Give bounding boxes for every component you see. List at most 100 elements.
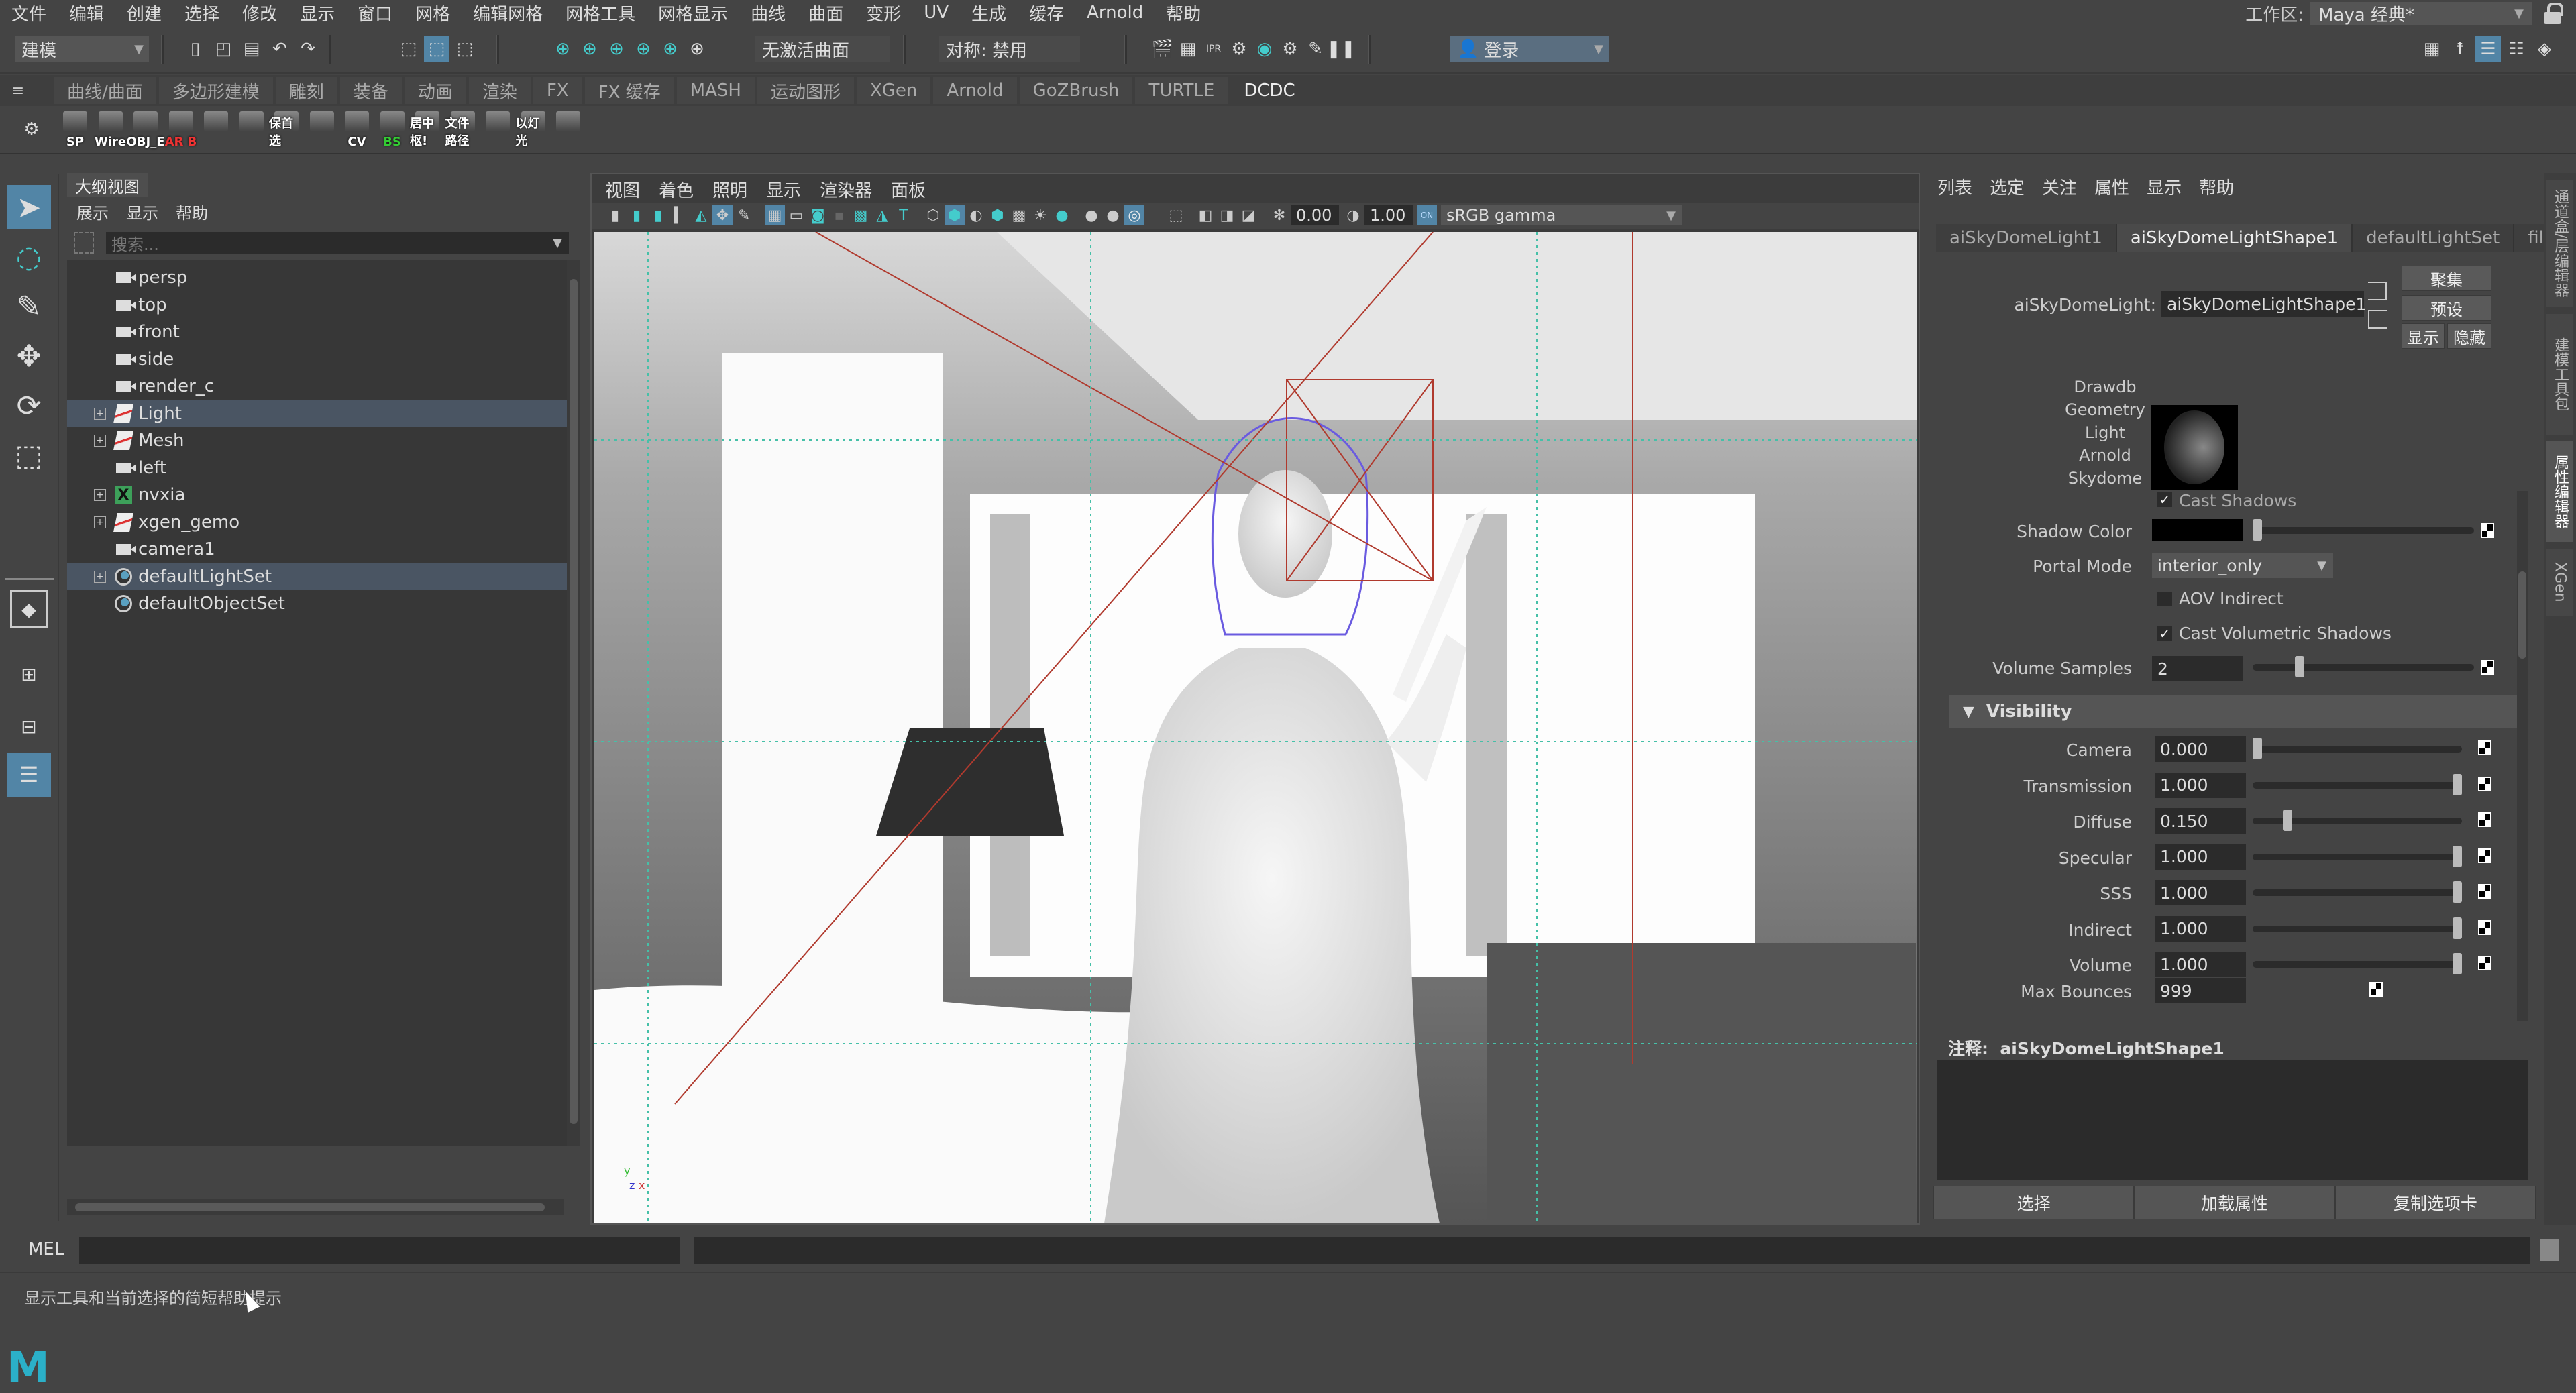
- ipr-render-icon[interactable]: IPR: [1201, 36, 1226, 62]
- shelf-button[interactable]: [480, 111, 515, 149]
- shelf-button[interactable]: 文件路径: [445, 111, 480, 149]
- select-tool-icon[interactable]: ➤: [7, 185, 51, 229]
- redo-icon[interactable]: ↷: [295, 36, 321, 62]
- outliner-vertical-scrollbar[interactable]: [567, 260, 580, 1146]
- shelf-button[interactable]: 居中枢!: [410, 111, 445, 149]
- show-button[interactable]: 显示: [2402, 323, 2445, 349]
- view-transform-dropdown[interactable]: sRGB gamma ▼: [1441, 205, 1682, 225]
- shelf-settings-icon[interactable]: ⚙: [19, 117, 44, 142]
- pause-render-icon[interactable]: ❚❚: [1326, 36, 1356, 62]
- snap-point-icon[interactable]: ⊕: [604, 36, 629, 62]
- shelf-tab[interactable]: Arnold: [933, 77, 1017, 104]
- aov-indirect-checkbox[interactable]: [2157, 592, 2172, 606]
- menu-item[interactable]: 网格工具: [554, 1, 647, 25]
- slider-knob[interactable]: [2453, 953, 2462, 974]
- map-texture-button[interactable]: [2478, 812, 2491, 827]
- rotate-tool-icon[interactable]: ⟳: [7, 384, 51, 428]
- smooth-shade-icon[interactable]: ⬢: [945, 205, 965, 225]
- menu-item[interactable]: 曲线: [739, 1, 797, 25]
- shadows-icon[interactable]: ●: [1052, 205, 1072, 225]
- visibility-section-header[interactable]: ▼ Visibility: [1949, 695, 2524, 728]
- menu-item[interactable]: 生成: [960, 1, 1018, 25]
- visibility-diffuse-slider[interactable]: [2253, 810, 2462, 831]
- image-plane-icon[interactable]: ◭: [691, 205, 711, 225]
- move-tool-icon[interactable]: ✥: [7, 334, 51, 378]
- shelf-tab[interactable]: 装备: [339, 77, 402, 104]
- visibility-specular-slider[interactable]: [2253, 845, 2462, 867]
- exposure-field[interactable]: 0.00: [1291, 205, 1339, 225]
- shelf-button[interactable]: OBJ_E: [127, 111, 165, 149]
- attribute-scrollbar[interactable]: [2517, 491, 2528, 1021]
- hide-button[interactable]: 隐藏: [2447, 323, 2491, 349]
- resolution-gate-icon[interactable]: ◙: [808, 205, 828, 225]
- viewport-menu-item[interactable]: 照明: [712, 177, 747, 202]
- expand-icon[interactable]: +: [94, 489, 106, 501]
- wireframe-on-shaded-icon[interactable]: ◐: [966, 205, 986, 225]
- render-sequence-icon[interactable]: ▦: [1175, 36, 1201, 62]
- shelf-tab[interactable]: FX: [533, 77, 582, 104]
- paint-select-tool-icon[interactable]: ✎: [7, 284, 51, 329]
- volume-samples-slider[interactable]: [2253, 656, 2474, 677]
- ae-menu-item[interactable]: 列表: [1937, 174, 1972, 199]
- new-scene-icon[interactable]: ▯: [182, 36, 208, 62]
- ae-menu-item[interactable]: 选定: [1990, 174, 2025, 199]
- render-settings-icon[interactable]: ⚙: [1226, 36, 1252, 62]
- hypershade-icon[interactable]: ◉: [1252, 36, 1277, 62]
- shelf-tab[interactable]: DCDC: [1230, 77, 1309, 104]
- snap-pivot-icon[interactable]: ⊕: [684, 36, 710, 62]
- shelf-tab[interactable]: 多边形建模: [158, 77, 273, 104]
- modeling-toolkit-icon[interactable]: ▦: [2419, 36, 2445, 62]
- attribute-editor-toggle-icon[interactable]: ☰: [2475, 36, 2501, 62]
- shelf-button[interactable]: [234, 111, 269, 149]
- shelf-button[interactable]: AR B: [164, 111, 199, 149]
- gamma-icon[interactable]: ◑: [1343, 205, 1363, 225]
- map-texture-button[interactable]: [2478, 848, 2491, 863]
- expand-icon[interactable]: +: [94, 407, 106, 420]
- ae-menu-item[interactable]: 显示: [2147, 174, 2182, 199]
- menu-item[interactable]: 网格: [404, 1, 462, 25]
- login-dropdown[interactable]: 👤 登录 ▼: [1450, 36, 1609, 62]
- gate-mask-icon[interactable]: ▪: [829, 205, 849, 225]
- scroll-thumb[interactable]: [570, 279, 578, 1124]
- outliner-horizontal-scrollbar[interactable]: [67, 1199, 564, 1215]
- menu-item[interactable]: 网格显示: [647, 1, 739, 25]
- lock-icon[interactable]: [2542, 3, 2563, 24]
- focus-output-icon[interactable]: [2368, 310, 2387, 329]
- cast-shadows-checkbox[interactable]: ✓: [2157, 492, 2172, 507]
- menu-item[interactable]: 选择: [173, 1, 231, 25]
- outliner-item[interactable]: front: [67, 319, 567, 345]
- script-editor-icon[interactable]: [2540, 1239, 2559, 1261]
- render-setup-icon[interactable]: ⚙: [1277, 36, 1303, 62]
- map-texture-button[interactable]: [2478, 884, 2491, 899]
- single-perspective-view-icon[interactable]: ◆: [10, 590, 48, 628]
- menu-item[interactable]: 帮助: [1155, 1, 1212, 25]
- side-tab[interactable]: XGen: [2546, 549, 2573, 616]
- ae-menu-item[interactable]: 属性: [2094, 174, 2129, 199]
- map-texture-button[interactable]: [2369, 982, 2383, 997]
- shelf-button[interactable]: 保首选: [269, 111, 304, 149]
- outliner-item[interactable]: + Xnvxia: [67, 482, 567, 508]
- cast-volumetric-shadows-checkbox[interactable]: ✓: [2157, 626, 2172, 641]
- ae-bottom-button[interactable]: 复制选项卡: [2334, 1186, 2536, 1219]
- menu-item[interactable]: 编辑网格: [462, 1, 554, 25]
- ae-node-tab[interactable]: aiSkyDomeLight1: [1936, 224, 2117, 252]
- map-texture-button[interactable]: [2478, 920, 2491, 935]
- lasso-tool-icon[interactable]: ◌: [7, 235, 51, 279]
- wireframe-icon[interactable]: ⬡: [923, 205, 943, 225]
- visibility-indirect-field[interactable]: 1.000: [2155, 915, 2246, 942]
- ae-node-tab[interactable]: aiSkyDomeLightShape1: [2116, 224, 2353, 252]
- shelf-tab[interactable]: TURTLE: [1135, 77, 1228, 104]
- character-controls-icon[interactable]: ☨: [2447, 36, 2473, 62]
- isolate-select-icon[interactable]: ⬚: [1166, 205, 1186, 225]
- save-scene-icon[interactable]: ▤: [239, 36, 264, 62]
- outliner-menu-item[interactable]: 展示: [76, 200, 109, 223]
- outliner-item[interactable]: + xgen_gemo: [67, 509, 567, 536]
- shelf-tab[interactable]: 渲染: [468, 77, 531, 104]
- open-scene-icon[interactable]: ◰: [211, 36, 236, 62]
- outliner-item[interactable]: side: [67, 346, 567, 373]
- focus-button[interactable]: 聚集: [2402, 266, 2491, 291]
- scroll-thumb[interactable]: [2518, 571, 2526, 659]
- menu-item[interactable]: 缓存: [1018, 1, 1075, 25]
- shadow-color-swatch[interactable]: [2152, 519, 2243, 541]
- outliner-item[interactable]: top: [67, 292, 567, 319]
